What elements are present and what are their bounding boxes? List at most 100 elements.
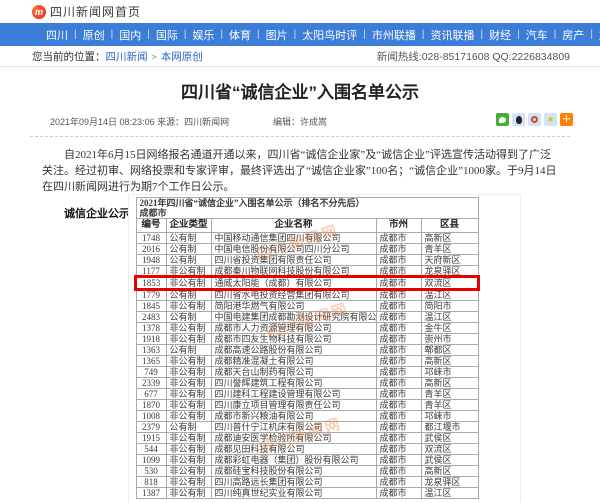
table-cell: 530 (136, 466, 166, 477)
table-cell: 成都市 (376, 323, 421, 334)
table-cell: 温江区 (421, 289, 478, 301)
nav-item[interactable]: 太阳鸟时评 (296, 27, 363, 43)
table-cell: 青羊区 (421, 400, 478, 411)
table-row: 2016公有制中国电信股份有限公司四川分公司成都市青羊区 (136, 244, 478, 255)
table-cell: 非公有制 (166, 400, 211, 411)
breadcrumb-link-original[interactable]: 本网原创 (161, 51, 203, 63)
table-cell: 1365 (136, 356, 166, 367)
table-cell: 非公有制 (166, 301, 211, 312)
breadcrumb-label: 您当前的位置： (32, 51, 106, 63)
table-cell: 四川高路远长集团有限公司 (211, 477, 376, 488)
nav-item[interactable]: 四川 (40, 27, 74, 43)
table-cell: 成都市人力资源管理有限公司 (211, 323, 376, 334)
sichuan-news-logo-icon: m (32, 5, 46, 19)
table-cell: 四川省投资集团有限责任公司 (211, 255, 376, 266)
table-cell: 非公有制 (166, 488, 211, 499)
table-cell: 简阳市 (421, 301, 478, 312)
table-cell: 成都市 (376, 301, 421, 312)
table-cell: 金牛区 (421, 323, 478, 334)
more-share-icon[interactable]: ＋ (560, 113, 573, 126)
table-cell: 成都彩虹电器（集团）股份有限公司 (211, 455, 376, 466)
table-cell: 成都市 (376, 411, 421, 422)
table-cell: 1748 (136, 233, 166, 244)
qq-share-icon[interactable] (512, 113, 525, 126)
table-row: 1915非公有制成都迪安医学检验所有限公司成都市武侯区 (136, 433, 478, 444)
table-cell: 1918 (136, 334, 166, 345)
nav-item[interactable]: 体育 (223, 27, 257, 43)
meta-divider (30, 136, 570, 137)
table-cell: 成都市 (376, 277, 421, 289)
site-logo-link[interactable]: m 四川新闻网首页 (32, 3, 141, 20)
table-cell: 崇州市 (421, 334, 478, 345)
table-cell: 成都市 (376, 389, 421, 400)
table-cell: 非公有制 (166, 266, 211, 278)
table-cell: 非公有制 (166, 466, 211, 477)
table-cell: 1915 (136, 433, 166, 444)
table-cell: 2483 (136, 312, 166, 323)
table-cell: 公有制 (166, 244, 211, 255)
table-cell: 1387 (136, 488, 166, 499)
table-cell: 1870 (136, 400, 166, 411)
table-cell: 成都市 (376, 455, 421, 466)
table-cell: 成都市 (376, 233, 421, 244)
table-cell: 1845 (136, 301, 166, 312)
table-cell: 非公有制 (166, 389, 211, 400)
table-cell: 成都市 (376, 400, 421, 411)
table-cell: 成都市 (376, 488, 421, 499)
table-cell: 公有制 (166, 289, 211, 301)
page: m 四川新闻网首页 四川|原创|国内|国际|娱乐|体育|图片|太阳鸟时评|市州联… (0, 0, 600, 503)
table-row: 1365非公有制成都精准混凝土有限公司成都市高新区 (136, 356, 478, 367)
nav-item[interactable]: 图片 (260, 27, 294, 43)
table-cell: 四川誉辉建筑工程有限公司 (211, 378, 376, 389)
table-cell: 2339 (136, 378, 166, 389)
table-row: 677非公有制四川建科工程建设管理有限公司成都市青羊区 (136, 389, 478, 400)
nav-item[interactable]: 房产 (556, 27, 590, 43)
nav-item[interactable]: 市州联播 (366, 27, 422, 43)
table-cell: 公有制 (166, 255, 211, 266)
table-row: 818非公有制四川高路远长集团有限公司成都市龙泉驿区 (136, 477, 478, 488)
breadcrumb-bar: 您当前的位置：四川新闻>本网原创 新闻热线:028-85171608 QQ:22… (0, 46, 600, 67)
table-cell: 成都市 (376, 433, 421, 444)
table-cell: 高新区 (421, 356, 478, 367)
qzone-share-icon[interactable]: ★ (544, 113, 557, 126)
nav-item[interactable]: 财经 (483, 27, 517, 43)
nav-item[interactable]: 国际 (150, 27, 184, 43)
table-cell: 青羊区 (421, 389, 478, 400)
nav-item[interactable]: 原创 (77, 27, 111, 43)
table-row: 749非公有制成都天台山制药有限公司成都市邛崃市 (136, 367, 478, 378)
site-logo-text: 四川新闻网首页 (50, 3, 141, 20)
table-cell: 中国移动通信集团四川有限公司 (211, 233, 376, 244)
nav-item[interactable]: 旅游 (593, 27, 600, 43)
breadcrumb: 您当前的位置：四川新闻>本网原创 (32, 49, 203, 64)
nav-item[interactable]: 国内 (113, 27, 147, 43)
table-cell: 龙泉驿区 (421, 266, 478, 278)
table-cell: 成都市 (376, 255, 421, 266)
table-cell: 成都硅宝科技股份有限公司 (211, 466, 376, 477)
table-cell: 749 (136, 367, 166, 378)
table-cell: 成都市 (376, 266, 421, 278)
column-header: 市州 (376, 219, 421, 233)
breadcrumb-link-sichuan-news[interactable]: 四川新闻 (106, 51, 148, 63)
table-cell: 双流区 (421, 444, 478, 455)
column-header: 企业类型 (166, 219, 211, 233)
table-row: 1748公有制中国移动通信集团四川有限公司成都市高新区 (136, 233, 478, 244)
weibo-share-icon[interactable] (528, 113, 541, 126)
nav-item[interactable]: 汽车 (520, 27, 554, 43)
table-cell: 高新区 (421, 378, 478, 389)
wechat-share-icon[interactable] (496, 113, 509, 126)
table-cell: 温江区 (421, 312, 478, 323)
table-cell: 简阳港华燃气有限公司 (211, 301, 376, 312)
nav-item[interactable]: 资讯联播 (424, 27, 480, 43)
enterprise-table-container: 2021年四川省“诚信企业”入围名单公示（排名不分先后） 成都市 编号企业类型企… (128, 194, 521, 503)
main-nav: 四川|原创|国内|国际|娱乐|体育|图片|太阳鸟时评|市州联播|资讯联播|财经|… (0, 23, 600, 46)
table-row: 2483公有制中国电建集团成都勘测设计研究院有限公司成都市温江区 (136, 312, 478, 323)
nav-item[interactable]: 娱乐 (186, 27, 220, 43)
table-cell: 武侯区 (421, 433, 478, 444)
table-subtitle: 成都市 (140, 208, 475, 218)
table-cell: 成都精准混凝土有限公司 (211, 356, 376, 367)
table-row: 544非公有制成都见田科技有限公司成都市双流区 (136, 444, 478, 455)
table-row: 1870非公有制四川康立项目管理有限责任公司成都市青羊区 (136, 400, 478, 411)
table-cell: 龙泉驿区 (421, 477, 478, 488)
table-cell: 成都市四友生物科技有限公司 (211, 334, 376, 345)
enterprise-table-body: 2021年四川省“诚信企业”入围名单公示（排名不分先后） 成都市 编号企业类型企… (136, 198, 478, 499)
